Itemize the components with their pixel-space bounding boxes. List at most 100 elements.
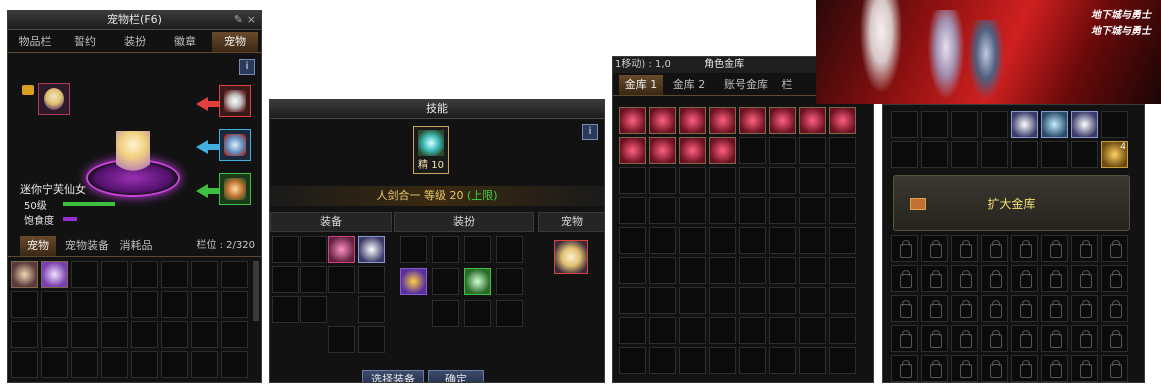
- vault-slot[interactable]: [709, 257, 736, 284]
- tab-vault-1[interactable]: 金库 1: [619, 75, 663, 95]
- select-equipment-button[interactable]: 选择装备: [362, 370, 424, 382]
- equip-slot-bracelet[interactable]: [328, 266, 355, 293]
- costume-slot[interactable]: [400, 236, 427, 263]
- costume-slot[interactable]: [464, 300, 491, 327]
- costume-slot-item[interactable]: [464, 268, 491, 295]
- pet-list-slot[interactable]: [221, 351, 248, 378]
- vault-slot[interactable]: [649, 197, 676, 224]
- equip-slot-title[interactable]: [358, 236, 385, 263]
- vault-slot[interactable]: [799, 317, 826, 344]
- vault-slot[interactable]: [739, 167, 766, 194]
- vault-slot[interactable]: [739, 317, 766, 344]
- vault-slot[interactable]: [829, 167, 856, 194]
- equip-slot-belt[interactable]: [300, 266, 327, 293]
- vault-slot[interactable]: [799, 257, 826, 284]
- account-vault-slot[interactable]: [951, 141, 978, 168]
- pet-list-slot[interactable]: [131, 261, 158, 288]
- pet-list-slot[interactable]: [71, 351, 98, 378]
- equip-slot-shoes[interactable]: [272, 296, 299, 323]
- pet-list-slot[interactable]: [161, 321, 188, 348]
- tab-emblem[interactable]: 徽章: [162, 32, 208, 52]
- vault-slot[interactable]: [679, 227, 706, 254]
- pet-list-slot[interactable]: [41, 351, 68, 378]
- costume-slot[interactable]: [432, 236, 459, 263]
- vault-slot[interactable]: [799, 287, 826, 314]
- account-vault-slot[interactable]: [1011, 141, 1038, 168]
- vault-slot[interactable]: [679, 197, 706, 224]
- account-vault-slot[interactable]: [951, 111, 978, 138]
- pet-list-slot[interactable]: [11, 321, 38, 348]
- account-vault-slot[interactable]: [981, 111, 1008, 138]
- vault-slot[interactable]: [739, 227, 766, 254]
- vault-slot[interactable]: [799, 197, 826, 224]
- pet-list-slot[interactable]: [221, 261, 248, 288]
- vault-slot[interactable]: [739, 197, 766, 224]
- account-vault-item[interactable]: [1011, 111, 1038, 138]
- vault-item[interactable]: [619, 137, 646, 164]
- pet-list-slot[interactable]: [191, 351, 218, 378]
- vault-slot[interactable]: [619, 287, 646, 314]
- vault-slot[interactable]: [649, 167, 676, 194]
- tab-costume[interactable]: 装扮: [112, 32, 158, 52]
- vault-item[interactable]: [709, 137, 736, 164]
- skill-panel-titlebar[interactable]: 技能: [270, 100, 604, 119]
- vault-slot[interactable]: [649, 227, 676, 254]
- pet-list-slot[interactable]: [71, 321, 98, 348]
- vault-slot[interactable]: [709, 167, 736, 194]
- pet-list-slot[interactable]: [221, 291, 248, 318]
- vault-slot[interactable]: [769, 287, 796, 314]
- pet-list-slot[interactable]: [161, 351, 188, 378]
- vault-slot[interactable]: [649, 287, 676, 314]
- vault-item[interactable]: [679, 137, 706, 164]
- pet-list-slot[interactable]: [161, 261, 188, 288]
- equip-slot-earring[interactable]: [328, 326, 355, 353]
- account-vault-slot[interactable]: [891, 141, 918, 168]
- vault-item[interactable]: [829, 107, 856, 134]
- vault-slot[interactable]: [799, 227, 826, 254]
- vault-item[interactable]: [679, 107, 706, 134]
- costume-slot[interactable]: [464, 236, 491, 263]
- pet-list-slot[interactable]: [71, 261, 98, 288]
- vault-slot[interactable]: [769, 197, 796, 224]
- vault-item[interactable]: [649, 137, 676, 164]
- vault-slot[interactable]: [679, 347, 706, 374]
- equip-slot-ring[interactable]: [358, 296, 385, 323]
- vault-item[interactable]: [709, 107, 736, 134]
- vault-slot[interactable]: [679, 287, 706, 314]
- pet-equip-slot-green[interactable]: [219, 173, 251, 205]
- pet-list-slot[interactable]: [191, 291, 218, 318]
- tab-inventory[interactable]: 物品栏: [12, 32, 58, 52]
- vault-item[interactable]: [739, 107, 766, 134]
- vault-slot[interactable]: [829, 257, 856, 284]
- vault-slot[interactable]: [679, 167, 706, 194]
- tab-vault-2[interactable]: 金库 2: [667, 75, 711, 95]
- vault-slot[interactable]: [619, 227, 646, 254]
- vault-slot[interactable]: [619, 347, 646, 374]
- costume-slot[interactable]: [496, 300, 523, 327]
- vault-slot[interactable]: [709, 227, 736, 254]
- vault-slot[interactable]: [769, 227, 796, 254]
- pin-icon[interactable]: ✎: [234, 11, 243, 29]
- vault-slot[interactable]: [829, 347, 856, 374]
- costume-slot[interactable]: [432, 300, 459, 327]
- vault-slot[interactable]: [829, 197, 856, 224]
- vault-slot[interactable]: [769, 257, 796, 284]
- vault-slot[interactable]: [619, 317, 646, 344]
- tab-account-vault[interactable]: 账号金库: [717, 75, 775, 95]
- pet-list-slot[interactable]: [131, 321, 158, 348]
- pet-list-slot[interactable]: [71, 291, 98, 318]
- vault-slot[interactable]: [739, 287, 766, 314]
- account-vault-slot[interactable]: [921, 111, 948, 138]
- vault-slot[interactable]: [769, 137, 796, 164]
- pet-list-slot[interactable]: [41, 321, 68, 348]
- account-vault-slot[interactable]: [1041, 141, 1068, 168]
- account-vault-slot[interactable]: [1071, 141, 1098, 168]
- vault-slot[interactable]: [739, 257, 766, 284]
- pet-panel-titlebar[interactable]: 宠物栏(F6) ✎ ×: [8, 11, 261, 30]
- pet-list-slot[interactable]: [101, 261, 128, 288]
- vault-slot[interactable]: [709, 347, 736, 374]
- account-vault-slot[interactable]: [981, 141, 1008, 168]
- pet-list-slot[interactable]: [191, 261, 218, 288]
- account-vault-item[interactable]: 4: [1101, 141, 1128, 168]
- vault-slot[interactable]: [799, 347, 826, 374]
